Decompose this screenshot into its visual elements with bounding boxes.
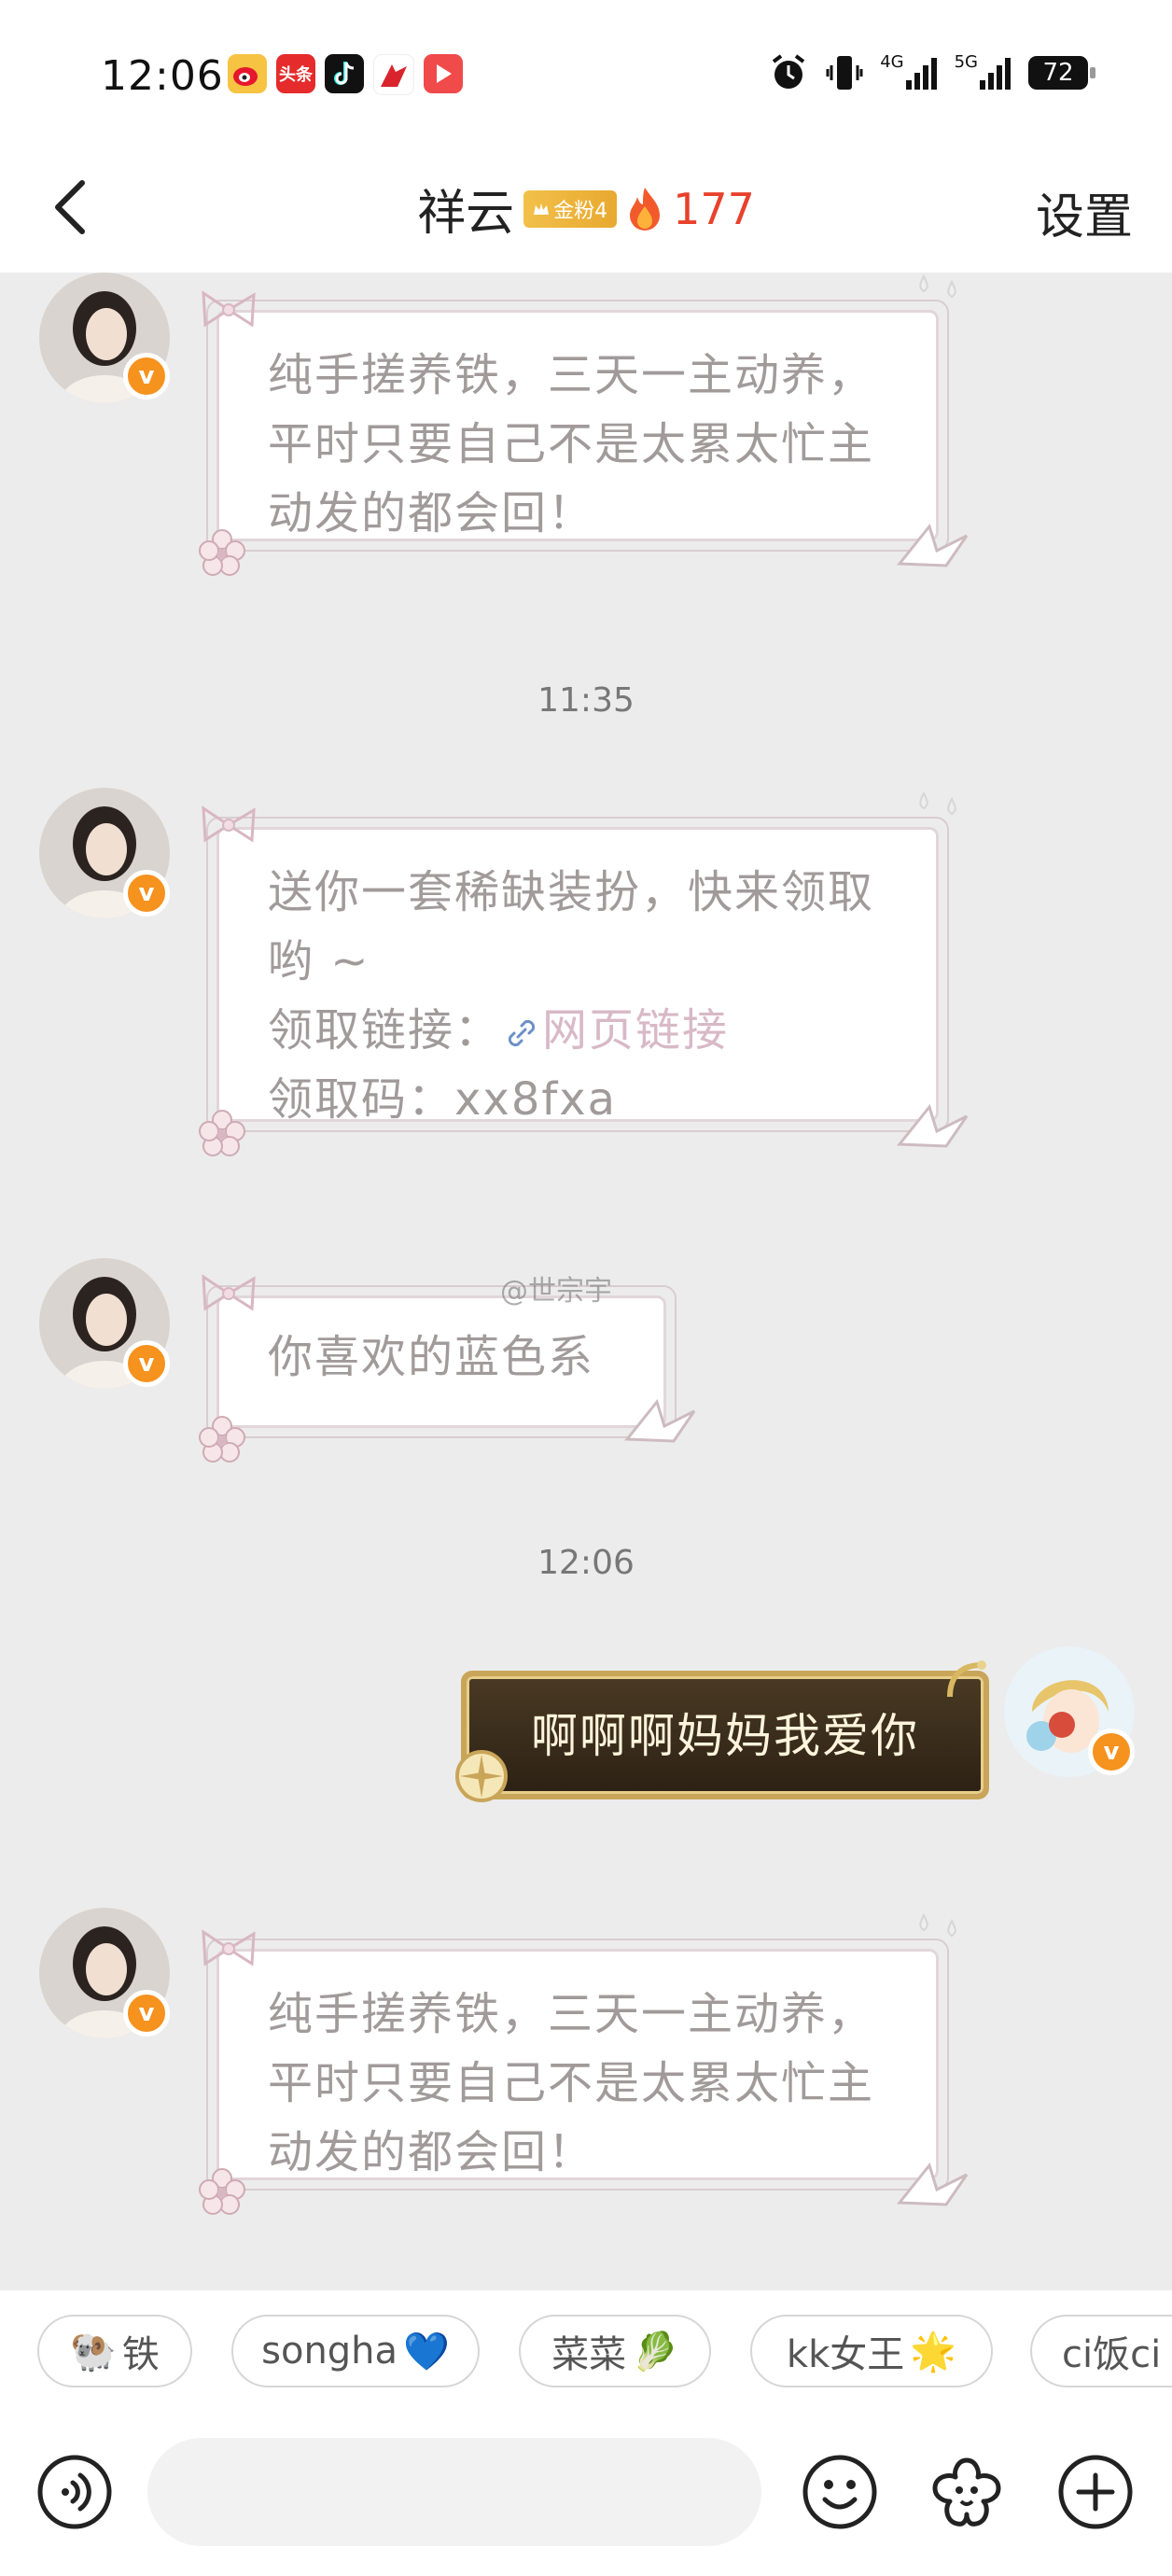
settings-button[interactable]: 设置 [1036,177,1133,247]
tiktok-icon [325,54,364,93]
signal-5g-icon: 5G [955,52,1012,93]
fire-count: 177 [673,183,755,234]
emoji-button[interactable] [801,2453,879,2531]
battery-level: 72 [1042,59,1074,87]
quick-reply-chip[interactable]: ci饭ci [1030,2315,1172,2387]
sticker-button[interactable] [928,2453,1006,2531]
weibo-icon [228,54,267,93]
status-time: 12:06 [101,52,224,100]
chat-header: 祥云 金粉4 177 设置 [0,149,1172,273]
bow-icon [202,1274,256,1311]
timestamp: 11:35 [537,681,635,720]
message-text: 纯手搓养铁，三天一主动养，平时只要自己不是太累太忙主动发的都会回！ [268,349,875,539]
link-row: 领取链接： 网页链接 [268,996,899,1065]
flower-icon [199,1416,245,1463]
message-line: 送你一套稀缺装扮，快来领取哟 ~ [268,866,875,987]
message-input[interactable] [147,2438,761,2546]
timestamp: 12:06 [537,1544,635,1582]
flower-icon [199,529,245,576]
video-app-icon [424,54,463,93]
verified-badge-icon: v [123,1340,170,1387]
chip-label: songha [261,2330,398,2373]
chip-label: kk女王 [786,2333,905,2376]
chip-label: 铁 [121,2333,160,2376]
system-status: 4G 5G 72 [768,52,1095,93]
quick-reply-bar[interactable]: 🐏 铁 songha 💙 菜菜 🥬 kk女王 🌟 ci饭ci [0,2290,1172,2417]
chip-emoji: 💙 [403,2330,450,2373]
bow-icon [202,805,256,843]
chip-emoji: 🥬 [632,2330,678,2373]
paper-crane-icon [623,1398,696,1443]
chat-title-group: 祥云 金粉4 177 [0,174,1172,244]
battery-icon: 72 [1028,56,1095,90]
message-bubble[interactable]: 纯手搓养铁，三天一主动养，平时只要自己不是太累太忙主动发的都会回！ [206,1939,949,2191]
quick-reply-chip[interactable]: kk女王 🌟 [750,2315,993,2387]
quick-reply-chip[interactable]: 🐏 铁 [37,2315,192,2387]
gold-corner-icon [947,1660,986,1698]
watermark: @世宗宇 [500,1275,612,1308]
flower-sticker-icon [932,2457,1001,2527]
input-bar [0,2417,1172,2576]
toutiao-icon: 头条 [276,54,315,93]
network-4g-label: 4G [880,51,904,72]
paper-crane-icon [896,1103,969,1148]
notification-icons: 头条 [228,54,463,95]
message-text: 啊啊啊妈妈我爱你 [531,1709,919,1763]
message-text: 送你一套稀缺装扮，快来领取哟 ~ 领取链接： 网页链接 领取码：xx8fxa [268,858,899,1134]
more-button[interactable] [1056,2453,1135,2531]
droplets-icon [919,791,956,816]
quick-reply-chip[interactable]: 菜菜 🥬 [519,2315,711,2387]
verified-badge-icon: v [123,1990,170,2037]
claim-code: 领取码：xx8fxa [268,1073,618,1126]
status-bar: 12:06 头条 4G 5G 72 [0,0,1172,149]
chip-emoji: 🌟 [910,2330,957,2373]
bow-icon [202,290,256,328]
message-bubble[interactable]: 你喜欢的蓝色系 [206,1285,677,1438]
flower-icon [199,2168,245,2215]
link-icon [508,1019,536,1047]
fan-level-badge: 金粉4 [523,189,618,228]
droplets-icon [919,1912,956,1938]
chip-label: ci饭ci [1062,2333,1162,2376]
alarm-icon [768,52,809,93]
message-list[interactable]: v 纯手搓养铁，三天一主动养，平时只要自己不是太累太忙主动发的都会回！ 11:3… [0,273,1172,2290]
contact-name: 祥云 [417,186,515,242]
voice-icon [37,2455,112,2529]
flame-icon [630,187,661,231]
link-label: 领取链接： [268,1004,502,1057]
bow-icon [202,1929,256,1967]
verified-badge-icon: v [1088,1729,1135,1775]
paper-crane-icon [896,2162,969,2206]
message-text: 你喜欢的蓝色系 [268,1331,595,1383]
droplets-icon [919,273,956,299]
reading-app-icon [373,54,414,95]
chip-label: 菜菜 [551,2333,627,2376]
message-bubble[interactable]: 纯手搓养铁，三天一主动养，平时只要自己不是太累太忙主动发的都会回！ [206,300,949,552]
chip-emoji: 🐏 [70,2330,117,2373]
compass-ornament-icon [455,1750,508,1802]
quick-reply-chip[interactable]: songha 💙 [231,2315,480,2387]
message-bubble[interactable]: 送你一套稀缺装扮，快来领取哟 ~ 领取链接： 网页链接 领取码：xx8fxa [206,817,949,1132]
paper-crane-icon [896,523,969,567]
verified-badge-icon: v [123,870,170,917]
voice-button[interactable] [35,2453,114,2531]
my-message-bubble[interactable]: 啊啊啊妈妈我爱你 [461,1671,989,1799]
crown-icon [534,203,550,215]
web-link[interactable]: 网页链接 [542,1004,729,1057]
smiley-icon [802,2455,877,2529]
plus-circle-icon [1058,2455,1133,2529]
message-text: 纯手搓养铁，三天一主动养，平时只要自己不是太累太忙主动发的都会回！ [268,1988,875,2178]
network-5g-label: 5G [954,51,978,72]
fan-badge-label: 金粉4 [553,199,608,223]
toutiao-label: 头条 [279,65,313,85]
vibrate-icon [826,52,863,93]
flower-icon [199,1110,245,1156]
verified-badge-icon: v [123,353,170,399]
signal-4g-icon: 4G [880,52,937,93]
